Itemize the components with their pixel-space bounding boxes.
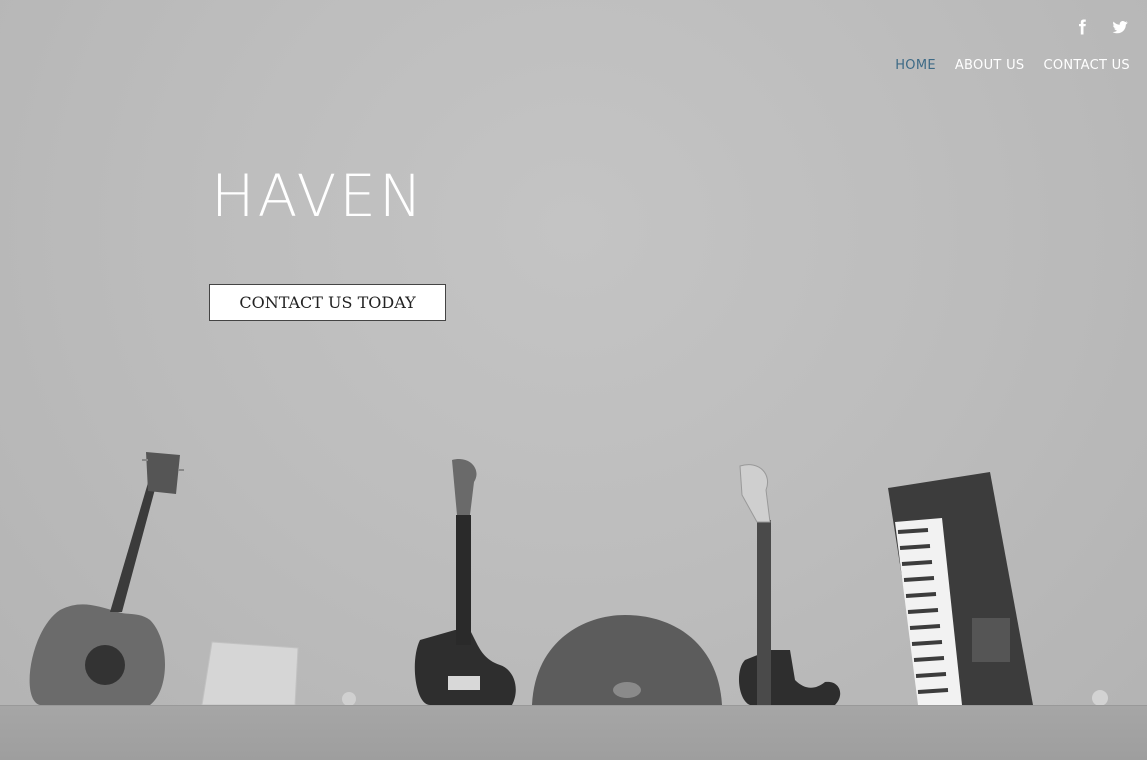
acoustic-guitar-illustration	[29, 452, 184, 705]
laptop-illustration	[201, 641, 299, 706]
hero-section: HOME ABOUT US CONTACT US HAVEN CONTACT U…	[0, 0, 1147, 760]
instruments-image	[29, 452, 1108, 706]
main-nav: HOME ABOUT US CONTACT US	[895, 58, 1130, 73]
cymbal-illustration	[532, 615, 722, 705]
ledge	[0, 705, 1147, 760]
facebook-icon[interactable]	[1073, 18, 1091, 36]
bass-guitar-illustration	[738, 464, 841, 705]
knob-illustration	[342, 692, 356, 706]
electric-guitar-illustration	[414, 459, 516, 705]
social-links	[1073, 18, 1129, 36]
nav-home[interactable]: HOME	[895, 58, 936, 73]
site-title: HAVEN	[211, 162, 426, 230]
twitter-icon[interactable]	[1111, 18, 1129, 36]
contact-us-today-button[interactable]: CONTACT US TODAY	[209, 284, 446, 321]
keyboard-illustration	[888, 472, 1033, 705]
nav-about-us[interactable]: ABOUT US	[955, 58, 1025, 73]
nav-contact-us[interactable]: CONTACT US	[1043, 58, 1130, 73]
knob-illustration-right	[1092, 690, 1108, 706]
